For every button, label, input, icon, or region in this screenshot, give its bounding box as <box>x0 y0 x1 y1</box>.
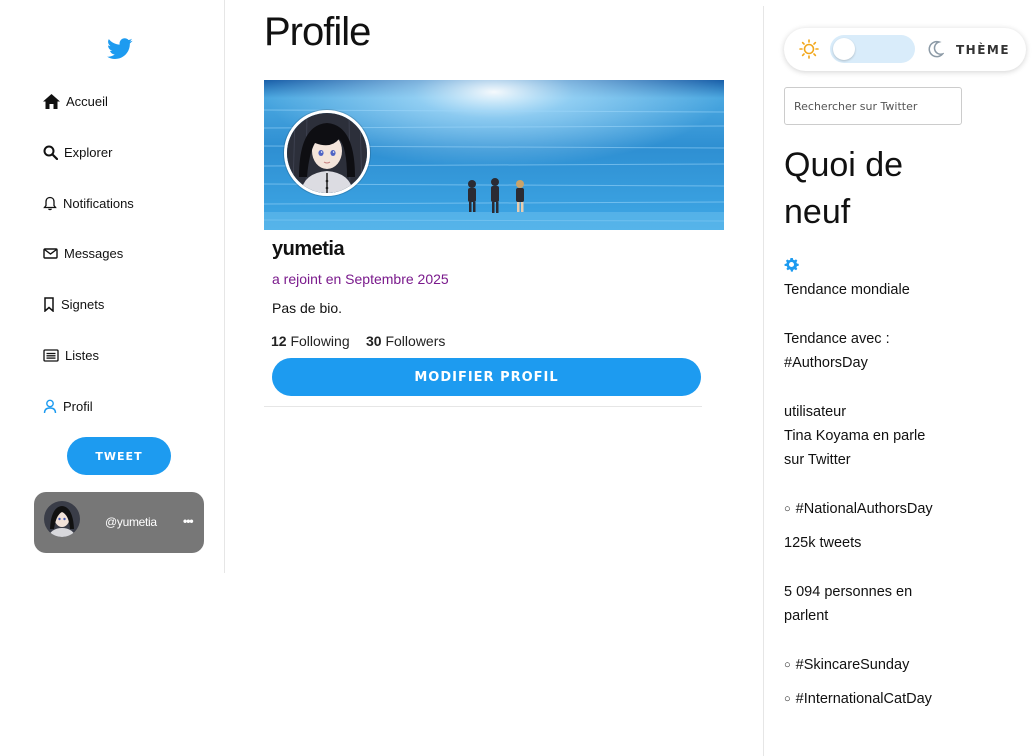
sidebar-item-label: Accueil <box>66 93 108 109</box>
user-icon <box>43 399 57 413</box>
trend-people-line: parlent <box>784 608 829 624</box>
following-link[interactable]: 12 Following <box>271 333 350 349</box>
account-switcher[interactable]: @yumetia ••• <box>34 492 204 553</box>
bullet-icon: ○ <box>784 659 791 671</box>
bell-icon <box>43 196 57 210</box>
left-sidebar: Accueil Explorer Notifications Messages … <box>0 0 225 573</box>
followers-count: 30 <box>366 333 382 349</box>
sun-icon[interactable] <box>799 39 819 59</box>
trend-tag: #InternationalCatDay <box>795 691 932 707</box>
trend-user-line: Tina Koyama en parle <box>784 428 926 444</box>
sidebar-item-profil[interactable]: Profil <box>43 395 93 417</box>
sidebar-item-signets[interactable]: Signets <box>43 293 104 315</box>
trends-title: Quoi de neuf <box>784 146 904 231</box>
sidebar-item-label: Listes <box>65 347 99 363</box>
trend-context: Tendance avec : <box>784 331 890 347</box>
sidebar-item-messages[interactable]: Messages <box>43 242 123 264</box>
profile-bio: Pas de bio. <box>272 300 343 316</box>
divider <box>264 406 702 407</box>
twitter-bird-icon[interactable] <box>107 38 133 60</box>
sidebar-item-notifications[interactable]: Notifications <box>43 192 134 214</box>
theme-toggle[interactable] <box>830 35 915 63</box>
trend-tag: #SkincareSunday <box>795 657 910 673</box>
toggle-knob <box>833 38 855 60</box>
sidebar-item-label: Signets <box>61 296 105 312</box>
sidebar-item-accueil[interactable]: Accueil <box>43 90 108 112</box>
more-icon[interactable]: ••• <box>183 514 194 528</box>
trend-item[interactable]: #AuthorsDay <box>784 351 868 375</box>
sidebar-item-label: Messages <box>64 245 124 261</box>
bullet-icon: ○ <box>784 503 791 515</box>
avatar <box>44 501 80 537</box>
followers-link[interactable]: 30 Followers <box>366 333 445 349</box>
trend-count: 125k tweets <box>784 535 862 551</box>
profile-avatar[interactable] <box>284 110 370 196</box>
trend-item[interactable]: ○ #InternationalCatDay <box>784 687 932 712</box>
followers-label: Followers <box>385 333 446 349</box>
profile-name: yumetia <box>272 238 345 260</box>
home-icon <box>43 93 60 109</box>
trend-item[interactable]: ○ #SkincareSunday <box>784 653 909 678</box>
moon-icon[interactable] <box>928 40 944 58</box>
bullet-icon: ○ <box>784 693 791 705</box>
trend-user-label: utilisateur <box>784 404 847 420</box>
search-input[interactable] <box>784 87 962 125</box>
trend-people-line: 5 094 personnes en <box>784 584 913 600</box>
page-title: Profile <box>264 10 371 54</box>
following-label: Following <box>290 333 350 349</box>
search-icon <box>43 145 58 160</box>
trend-tag: #NationalAuthorsDay <box>795 501 933 517</box>
edit-profile-button[interactable]: MODIFIER PROFIL <box>272 358 701 396</box>
sidebar-item-label: Notifications <box>63 195 134 211</box>
bookmark-icon <box>44 296 54 312</box>
join-date: a rejoint en Septembre 2025 <box>272 271 449 287</box>
sidebar-item-label: Profil <box>63 398 93 414</box>
envelope-icon <box>43 247 58 259</box>
following-count: 12 <box>271 333 287 349</box>
sidebar-item-listes[interactable]: Listes <box>43 344 99 366</box>
tweet-button[interactable]: TWEET <box>67 437 171 475</box>
theme-label: THÈME <box>956 43 1011 57</box>
sidebar-item-explorer[interactable]: Explorer <box>43 141 112 163</box>
sidebar-item-label: Explorer <box>64 144 113 160</box>
gear-icon[interactable] <box>784 257 799 272</box>
account-handle: @yumetia <box>105 515 157 529</box>
trend-user-line: sur Twitter <box>784 452 851 468</box>
theme-switcher: THÈME <box>784 28 1026 71</box>
list-icon <box>43 348 59 362</box>
divider <box>763 6 764 756</box>
trend-location: Tendance mondiale <box>784 282 910 298</box>
trend-item[interactable]: ○ #NationalAuthorsDay <box>784 497 933 522</box>
